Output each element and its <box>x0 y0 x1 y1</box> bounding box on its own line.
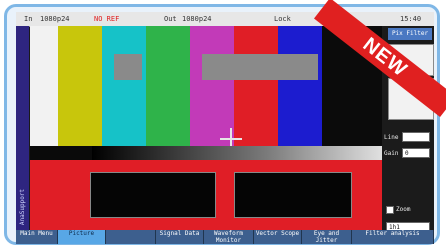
output-format: 1080p24 <box>182 15 212 23</box>
zoom-label: Zoom <box>396 206 411 213</box>
panel-header: Pix Filter <box>388 28 432 40</box>
tab-vector-scope[interactable]: Vector Scope <box>254 230 302 244</box>
input-alert: NO REF <box>94 15 120 23</box>
gray-patch-center <box>202 54 318 80</box>
line-label: Line <box>384 134 399 141</box>
tab-filter-analysis[interactable]: Filter analysis <box>352 230 434 244</box>
pluge-area <box>30 160 382 230</box>
tab-empty[interactable] <box>106 230 156 244</box>
bar-blue <box>278 26 322 146</box>
tab-bar: Main Menu Picture Signal Data Waveform M… <box>16 230 434 244</box>
gray-patch-left <box>114 54 142 80</box>
product-card: In 1080p24 NO REF Out 1080p24 Lock 15:40… <box>0 0 446 249</box>
black-box-right <box>234 172 352 218</box>
bar-red <box>234 26 278 146</box>
tab-main-menu[interactable]: Main Menu <box>16 230 58 244</box>
gain-label: Gain <box>384 150 399 157</box>
lock-label: Lock <box>274 15 291 23</box>
bar-magenta <box>190 26 234 146</box>
luma-ramp <box>30 146 382 160</box>
line-input[interactable] <box>402 132 430 142</box>
status-bar: In 1080p24 NO REF Out 1080p24 Lock 15:40 <box>16 12 434 27</box>
bar-yellow <box>58 26 102 146</box>
ramp-black <box>30 146 92 160</box>
side-strip: AnaSupport <box>16 26 29 238</box>
ramp-gradient <box>92 146 382 160</box>
bar-white <box>30 26 58 146</box>
gain-input[interactable]: 0 <box>402 148 430 158</box>
tab-eye-jitter[interactable]: Eye and Jitter <box>302 230 352 244</box>
color-bars <box>30 26 382 150</box>
bar-cyan <box>102 26 146 146</box>
tab-signal-data[interactable]: Signal Data <box>156 230 204 244</box>
zoom-checkbox[interactable] <box>386 206 394 214</box>
black-box-left <box>90 172 216 218</box>
clock-time: 15:40 <box>400 15 422 23</box>
input-format: 1080p24 <box>40 15 70 23</box>
tab-waveform-monitor[interactable]: Waveform Monitor <box>204 230 254 244</box>
tab-picture[interactable]: Picture <box>58 230 106 244</box>
output-label: Out <box>164 15 177 23</box>
bar-green <box>146 26 190 146</box>
input-label: In <box>24 15 33 23</box>
